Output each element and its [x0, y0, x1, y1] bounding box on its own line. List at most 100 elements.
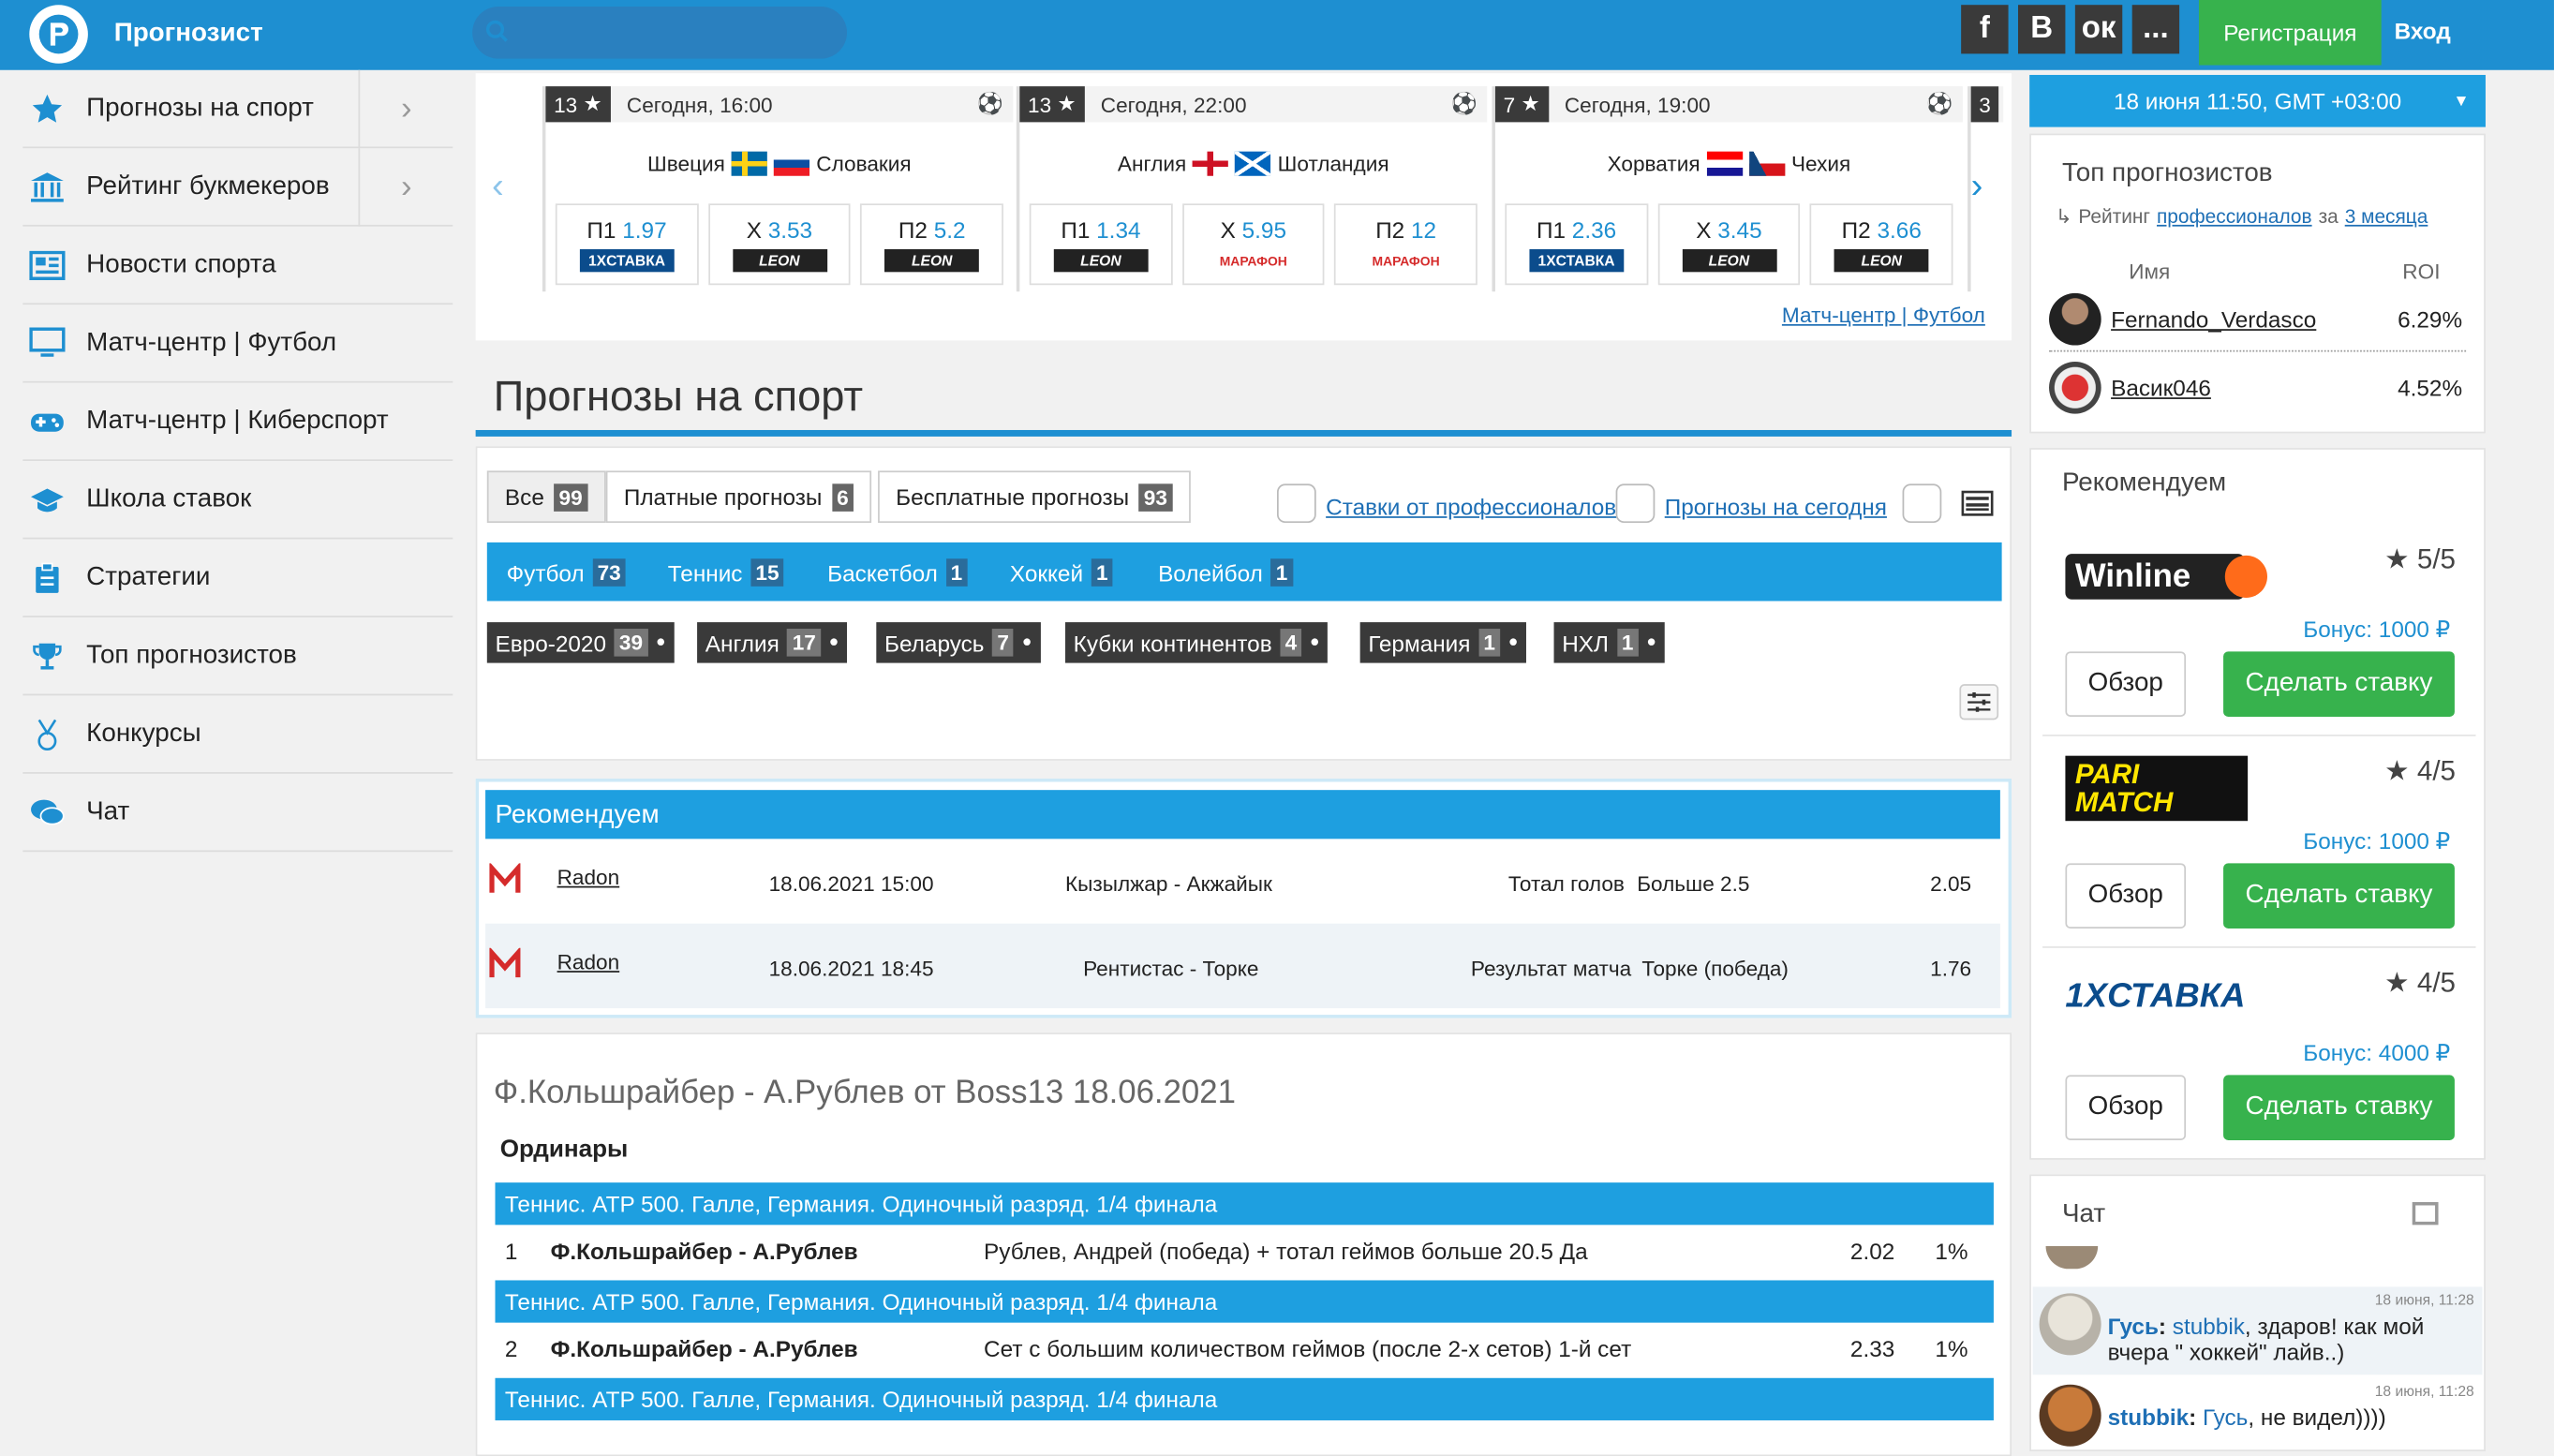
tab-paid[interactable]: Платные прогнозы 6	[605, 470, 871, 524]
sidebar-item-contests[interactable]: Конкурсы	[22, 695, 453, 774]
facebook-icon[interactable]: f	[1961, 5, 2009, 54]
vk-icon[interactable]: B	[2018, 5, 2066, 54]
match-card[interactable]: 13 ★ Сегодня, 22:00 ⚽ Англия Шотландия П1 1…	[1016, 86, 1488, 292]
match-rating: 13 ★	[1019, 86, 1085, 123]
match-rating: 13 ★	[545, 86, 611, 123]
odnoklassniki-icon[interactable]: ок	[2074, 5, 2123, 54]
professionals-link[interactable]: профессионалов	[2157, 205, 2312, 228]
message-author[interactable]: Гусь	[2108, 1313, 2159, 1339]
recommend-row[interactable]: Radon 18.06.2021 18:45 Рентистас - Торке…	[485, 923, 2000, 1009]
championship-chip[interactable]: Кубки континентов 4 ●	[1064, 622, 1329, 663]
championship-chip[interactable]: Беларусь 7 ●	[876, 622, 1041, 663]
popout-icon[interactable]	[2412, 1202, 2439, 1226]
forecaster-row[interactable]: Fernando_Verdasco 6.29%	[2049, 290, 2467, 352]
sport-volleyball[interactable]: Волейбол 1	[1158, 558, 1293, 587]
register-button[interactable]: Регистрация	[2198, 0, 2382, 66]
1xstavka-logo[interactable]: 1XСТАВКА	[2065, 977, 2277, 1023]
today-filter-link[interactable]: Прогнозы на сегодня	[1665, 494, 1887, 520]
sidebar-item-top-forecasters[interactable]: Топ прогнозистов	[22, 617, 453, 696]
search-input[interactable]	[472, 6, 848, 59]
carousel-prev-icon[interactable]: ‹	[492, 165, 504, 207]
close-dot-icon[interactable]: ●	[1310, 633, 1320, 651]
match-card[interactable]: 7 ★ Сегодня, 19:00 ⚽ Хорватия Чехия П1 2.36…	[1492, 86, 1963, 292]
championship-chip[interactable]: Англия 17 ●	[697, 622, 847, 663]
sidebar-item-news[interactable]: Новости спорта	[22, 227, 453, 305]
close-dot-icon[interactable]: ●	[1508, 633, 1519, 651]
tipster-link[interactable]: Radon	[557, 865, 620, 889]
sidebar-item-match-center-football[interactable]: Матч-центр | Футбол	[22, 305, 453, 383]
forecast-pick: Торке (победа)	[1641, 956, 1789, 981]
make-bet-button[interactable]: Сделать ставку	[2223, 1075, 2455, 1140]
chevron-right-icon[interactable]: ›	[358, 69, 453, 149]
sidebar-item-chat[interactable]: Чат	[22, 774, 453, 853]
close-dot-icon[interactable]: ●	[829, 633, 839, 651]
period-link[interactable]: 3 месяца	[2345, 205, 2428, 228]
logo-text[interactable]: Прогнозист	[114, 20, 263, 49]
rating-stars: ★ 4/5	[2384, 755, 2456, 787]
forecast-title[interactable]: Ф.Кольшрайбер - А.Рублев от Boss13 18.06…	[494, 1075, 1236, 1112]
bookmaker-logo: 1XСТАВКА	[579, 248, 675, 273]
marathon-logo-icon	[489, 861, 522, 900]
odd-button[interactable]: П1 1.34 LEON	[1029, 203, 1173, 286]
datetime-dropdown[interactable]: 18 июня 11:50, GMT +03:00 ▼	[2029, 74, 2486, 127]
odd-button[interactable]: П1 1.97 1XСТАВКА	[555, 203, 699, 286]
parimatch-logo[interactable]: PARI MATCH	[2065, 755, 2249, 822]
pros-checkbox[interactable]	[1276, 483, 1316, 524]
sport-tennis[interactable]: Теннис 15	[668, 558, 784, 587]
odd-button[interactable]: П1 2.36 1XСТАВКА	[1505, 203, 1648, 286]
winline-logo[interactable]: Winline	[2065, 554, 2267, 600]
pros-filter-link[interactable]: Ставки от профессионалов	[1326, 494, 1616, 520]
message-mention[interactable]: stubbik	[2173, 1313, 2245, 1339]
odd-button[interactable]: X 3.53 LEON	[707, 203, 852, 286]
sidebar-item-bookmaker-rating[interactable]: Рейтинг букмекеров ›	[22, 148, 453, 227]
close-dot-icon[interactable]: ●	[1022, 633, 1032, 651]
list-view-icon[interactable]	[1954, 483, 2000, 523]
message-mention[interactable]: Гусь	[2203, 1404, 2248, 1431]
odd-button[interactable]: П2 5.2 LEON	[860, 203, 1003, 286]
sport-hockey[interactable]: Хоккей 1	[1010, 558, 1113, 587]
match-card-partial[interactable]: 3	[1967, 86, 2004, 292]
sidebar-item-match-center-esports[interactable]: Матч-центр | Киберспорт	[22, 383, 453, 461]
championship-chip[interactable]: Евро-2020 39 ●	[486, 622, 675, 663]
odd-button[interactable]: П2 3.66 LEON	[1810, 203, 1953, 286]
review-button[interactable]: Обзор	[2065, 651, 2187, 717]
forecaster-row[interactable]: Васик046 4.52%	[2049, 358, 2466, 420]
message-author[interactable]: stubbik	[2108, 1404, 2190, 1431]
filter-settings-icon[interactable]	[1959, 684, 1999, 721]
login-link[interactable]: Вход	[2395, 18, 2451, 44]
tipster-link[interactable]: Radon	[557, 950, 620, 974]
make-bet-button[interactable]: Сделать ставку	[2223, 863, 2455, 929]
sidebar-item-strategies[interactable]: Стратегии	[22, 539, 453, 617]
tab-all[interactable]: Все 99	[486, 470, 606, 524]
review-button[interactable]: Обзор	[2065, 1075, 2187, 1140]
sidebar-item-label: Новости спорта	[86, 249, 276, 278]
sidebar-item-betting-school[interactable]: Школа ставок	[22, 461, 453, 540]
match-center-link[interactable]: Матч-центр | Футбол	[1782, 303, 1985, 327]
sidebar-item-label: Школа ставок	[86, 484, 252, 513]
rating-stars: ★ 5/5	[2384, 543, 2456, 575]
recommend-row[interactable]: Radon 18.06.2021 15:00 Кызылжар - Акжайы…	[485, 839, 2000, 923]
view-toggle[interactable]	[1902, 483, 1942, 524]
more-social-icon[interactable]: ...	[2131, 5, 2180, 54]
sport-basketball[interactable]: Баскетбол 1	[827, 558, 968, 587]
today-checkbox[interactable]	[1615, 483, 1656, 524]
tab-free[interactable]: Бесплатные прогнозы 93	[878, 470, 1191, 524]
forecaster-name[interactable]: Fernando_Verdasco	[2111, 306, 2316, 333]
review-button[interactable]: Обзор	[2065, 863, 2187, 929]
close-dot-icon[interactable]: ●	[1646, 633, 1656, 651]
odd-button[interactable]: П2 12 МАРАФОН	[1334, 203, 1477, 286]
sport-football[interactable]: Футбол 73	[507, 558, 626, 587]
odd-button[interactable]: X 3.45 LEON	[1657, 203, 1801, 286]
odd-button[interactable]: X 5.95 МАРАФОН	[1181, 203, 1325, 286]
close-dot-icon[interactable]: ●	[656, 633, 666, 651]
championship-chip[interactable]: Германия 1 ●	[1359, 622, 1527, 663]
chevron-right-icon[interactable]: ›	[358, 148, 453, 227]
sidebar-item-forecasts[interactable]: Прогнозы на спорт ›	[22, 69, 453, 149]
make-bet-button[interactable]: Сделать ставку	[2223, 651, 2455, 717]
logo-icon[interactable]	[29, 5, 88, 64]
avatar	[2039, 1293, 2101, 1356]
forecaster-name[interactable]: Васик046	[2111, 375, 2211, 401]
championship-chip[interactable]: НХЛ 1 ●	[1553, 622, 1665, 663]
away-team: Чехия	[1790, 150, 1851, 175]
match-card[interactable]: 13 ★ Сегодня, 16:00 ⚽ Швеция Словакия П1 1.…	[542, 86, 1014, 292]
